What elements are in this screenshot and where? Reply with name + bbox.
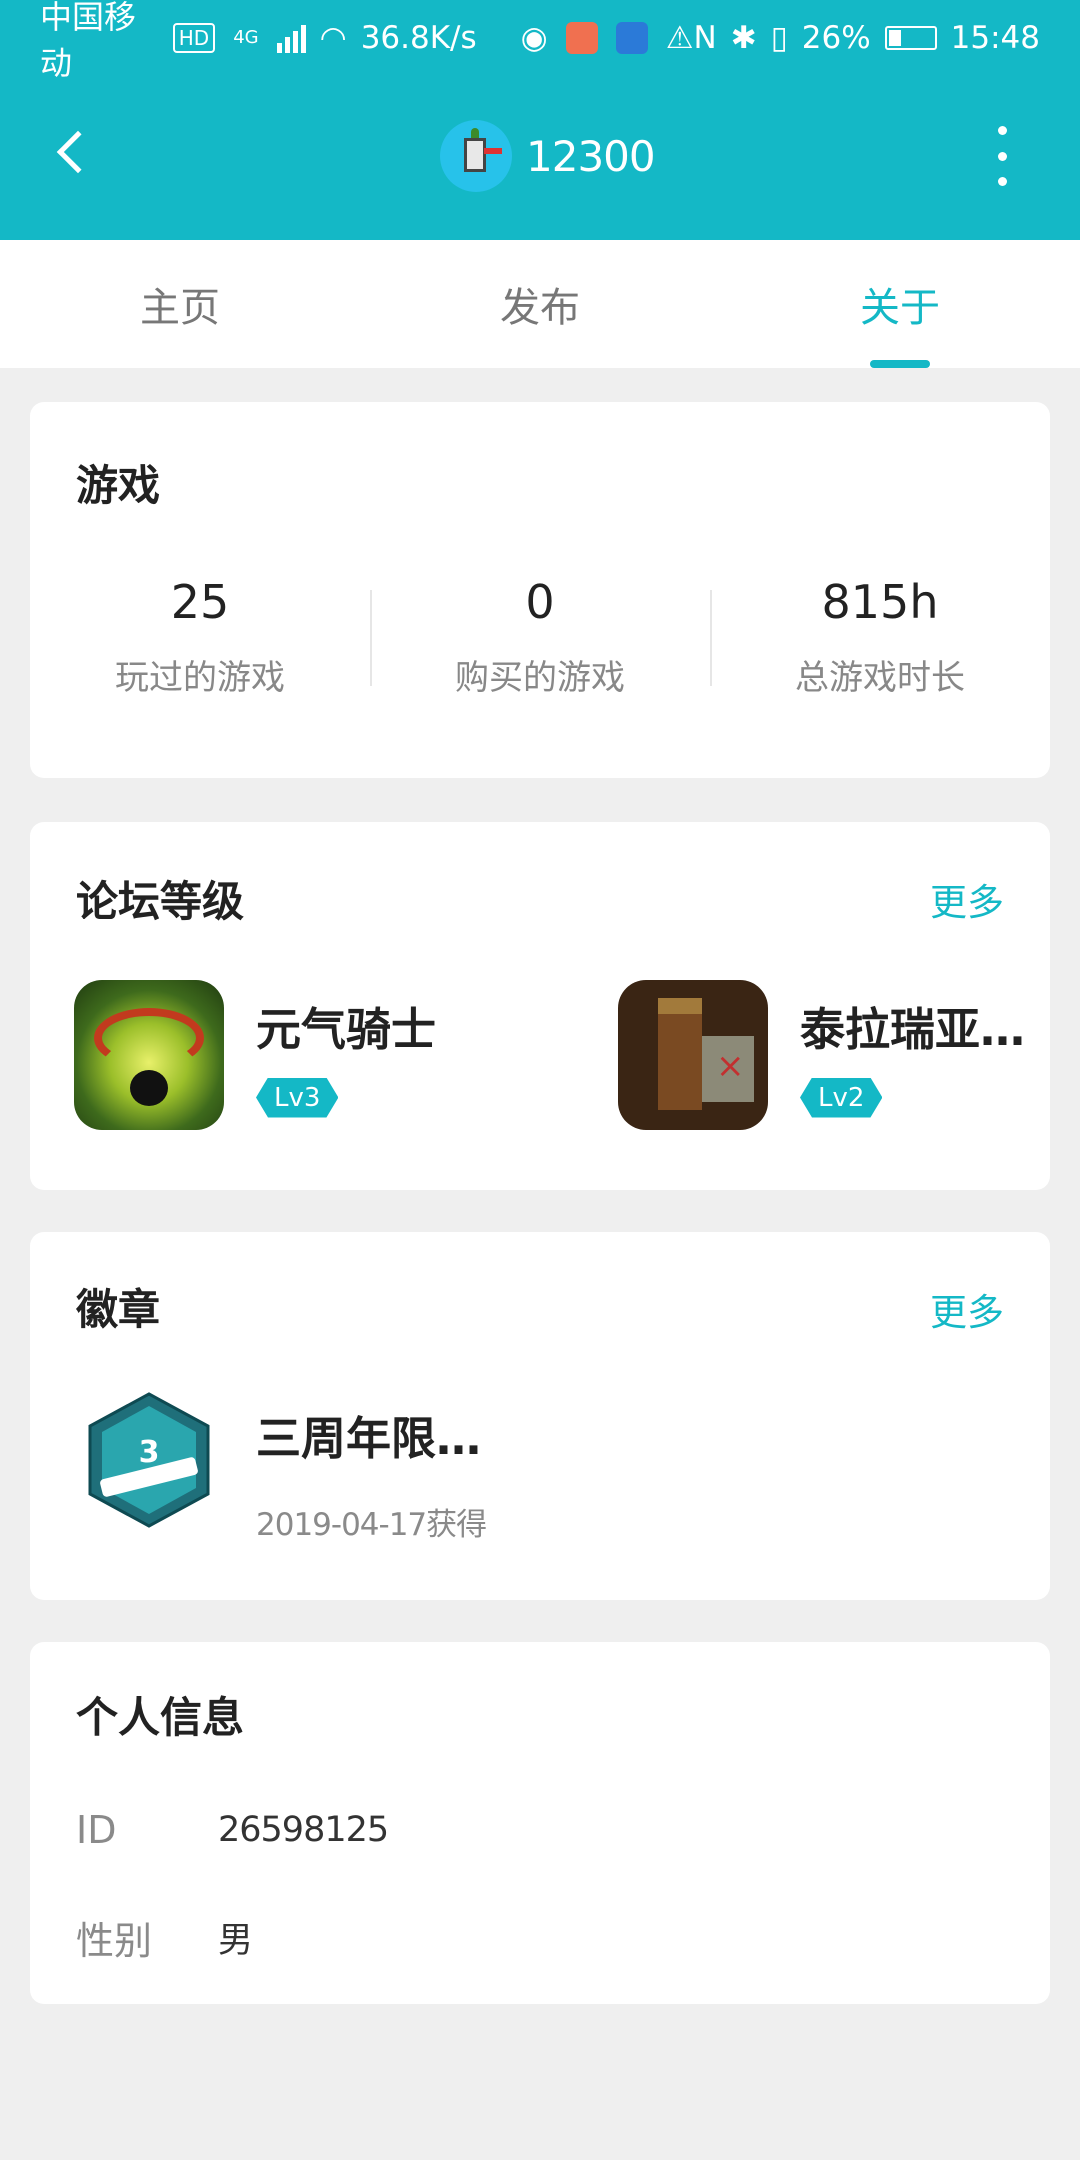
more-options-button[interactable] (982, 126, 1022, 186)
network-speed: 36.8K/s (360, 20, 477, 56)
games-title: 游戏 (76, 461, 161, 510)
tab-label: 关于 (860, 285, 940, 331)
stat-value: 0 (525, 575, 555, 629)
stat-purchased[interactable]: 0 购买的游戏 (370, 572, 710, 712)
anniversary-badge-icon[interactable]: 3 (86, 1392, 212, 1528)
info-row-gender: 性别 男 (76, 1910, 253, 1965)
avatar[interactable] (440, 120, 512, 192)
level-badge: Lv2 (800, 1078, 882, 1118)
badge-date: 2019-04-17获得 (256, 1507, 487, 1543)
toolbar: 12300 (0, 76, 1080, 240)
forum-more-link[interactable]: 更多 (930, 872, 1004, 926)
dot-icon (997, 151, 1007, 161)
battery-icon (884, 26, 937, 50)
info-row-id: ID 26598125 (76, 1808, 389, 1852)
badge-name: 三周年限… (256, 1412, 482, 1465)
badges-title: 徽章 (76, 1285, 161, 1334)
terraria-icon (618, 980, 768, 1130)
forum-game-name: 元气骑士 (256, 1002, 437, 1056)
back-button[interactable] (40, 116, 100, 188)
games-card: 游戏 25 玩过的游戏 0 购买的游戏 815h 总游戏时长 (30, 402, 1050, 778)
stat-played[interactable]: 25 玩过的游戏 (30, 572, 370, 712)
stat-playtime[interactable]: 815h 总游戏时长 (710, 572, 1050, 712)
vibrate-icon: ▯ (770, 20, 788, 56)
info-label: 性别 (76, 1919, 153, 1963)
wifi-icon: ◠ (319, 20, 347, 56)
stat-value: 815h (821, 575, 939, 629)
shop-app-icon (565, 22, 598, 54)
carrier-label: 中国移动 (40, 0, 137, 82)
clock: 15:48 (950, 20, 1040, 56)
tab-posts[interactable]: 发布 (360, 240, 720, 368)
forum-game-name: 泰拉瑞亚… (800, 1002, 1026, 1056)
svg-text:3: 3 (139, 1435, 160, 1470)
tab-indicator (870, 360, 930, 368)
forum-item[interactable]: 元气骑士 Lv3 (74, 980, 436, 1130)
nfc-icon: N (693, 20, 717, 56)
battery-percent: 26% (801, 20, 871, 56)
status-bar: 中国移动 HD 4G ◠ 36.8K/s ◉ ⚠ N ✱ ▯ 26% 15:48 (0, 0, 1080, 82)
back-arrow-icon (56, 130, 100, 174)
games-stats: 25 玩过的游戏 0 购买的游戏 815h 总游戏时长 (30, 572, 1050, 712)
forum-title: 论坛等级 (76, 877, 245, 926)
info-label: ID (76, 1808, 117, 1852)
notification-icons: ◉ ⚠ (521, 20, 694, 56)
bluetooth-icon: ✱ (730, 20, 757, 56)
app-root: 中国移动 HD 4G ◠ 36.8K/s ◉ ⚠ N ✱ ▯ 26% 15:48… (0, 0, 1080, 2160)
stat-label: 总游戏时长 (795, 658, 965, 698)
username: 12300 (526, 131, 656, 181)
badge-info: 三周年限… 2019-04-17获得 (256, 1402, 487, 1544)
soul-knight-icon (74, 980, 224, 1130)
network-type-icon: 4G (233, 27, 259, 48)
tab-label: 发布 (500, 285, 580, 331)
personal-info-card: 个人信息 ID 26598125 性别 男 (30, 1642, 1050, 2004)
tab-bar: 主页 发布 关于 (0, 240, 1080, 368)
tab-home[interactable]: 主页 (0, 240, 360, 368)
signal-icon (276, 23, 306, 53)
stat-value: 25 (170, 575, 230, 629)
badges-more-link[interactable]: 更多 (930, 1282, 1004, 1336)
info-value: 男 (218, 1921, 253, 1961)
warning-icon: ⚠ (665, 20, 694, 56)
stat-label: 购买的游戏 (455, 658, 625, 698)
forum-level-card: 论坛等级 更多 元气骑士 Lv3 泰拉瑞亚… Lv2 (30, 822, 1050, 1190)
profile-title-label: 个人信息 (76, 1693, 245, 1742)
tab-label: 主页 (140, 285, 220, 331)
forum-item[interactable]: 泰拉瑞亚… Lv2 (618, 980, 1025, 1130)
header: 中国移动 HD 4G ◠ 36.8K/s ◉ ⚠ N ✱ ▯ 26% 15:48… (0, 0, 1080, 240)
stat-label: 玩过的游戏 (115, 658, 285, 698)
tab-about[interactable]: 关于 (720, 240, 1080, 368)
info-value: 26598125 (218, 1810, 389, 1850)
dot-icon (997, 177, 1007, 186)
dot-icon (997, 126, 1007, 135)
profile-title: 12300 (440, 120, 656, 192)
wechat-icon: ◉ (520, 20, 548, 56)
send-app-icon (615, 22, 648, 54)
level-badge: Lv3 (256, 1078, 338, 1118)
hd-icon: HD (172, 23, 216, 53)
badges-card: 徽章 更多 3 三周年限… 2019-04-17获得 (30, 1232, 1050, 1600)
